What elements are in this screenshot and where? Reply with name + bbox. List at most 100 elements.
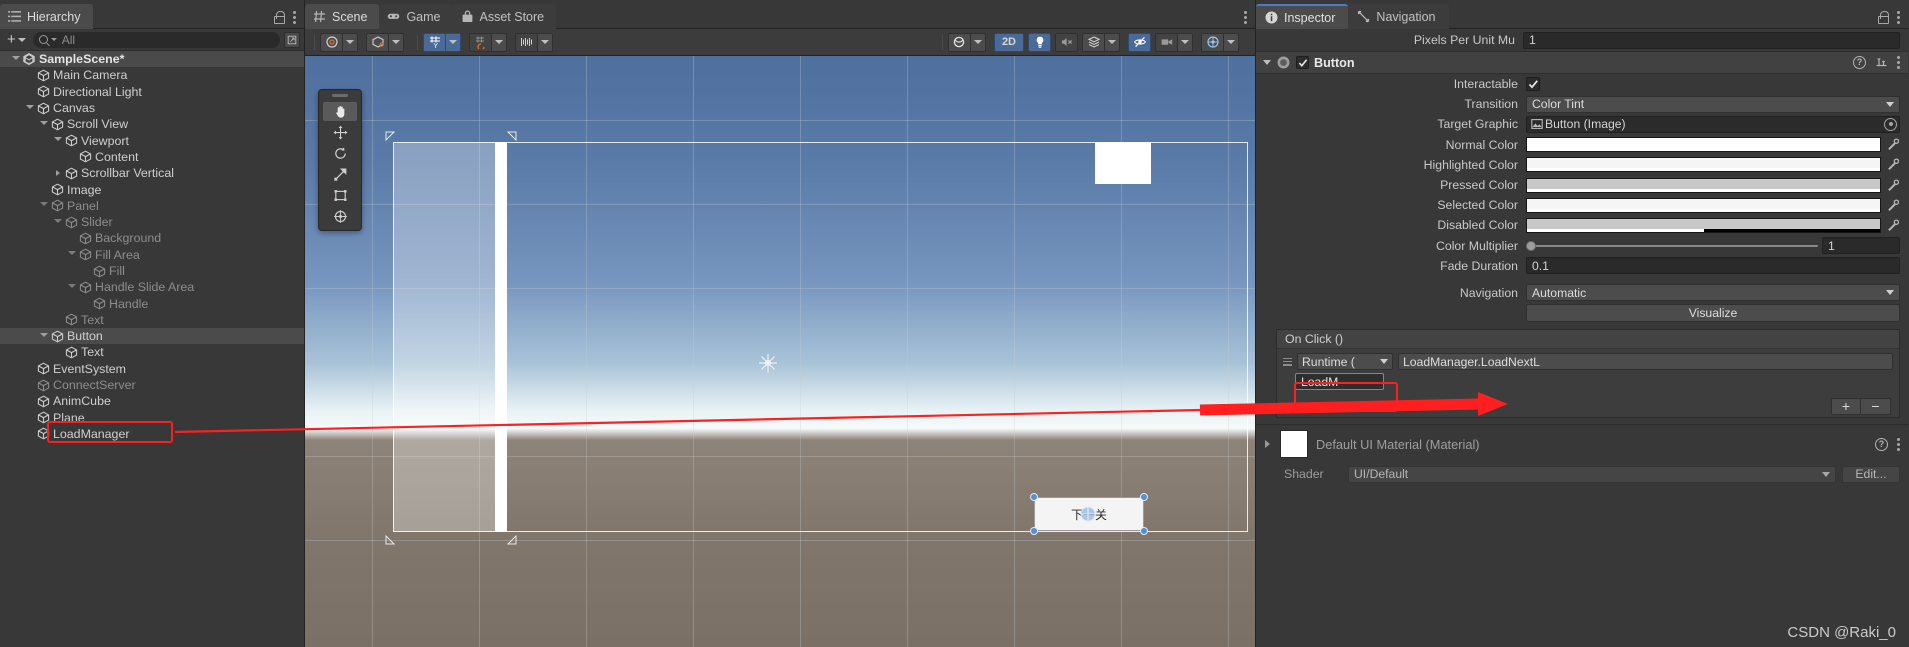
chevron-right-icon[interactable] [52, 170, 64, 177]
chevron-down-icon[interactable] [52, 137, 64, 144]
search-type-button[interactable] [284, 31, 300, 48]
scale-icon[interactable] [323, 165, 357, 184]
chevron-right-icon[interactable] [1262, 440, 1272, 449]
on-click-object-field[interactable]: LoadM [1295, 373, 1384, 398]
lighting-caret-icon[interactable] [970, 32, 986, 52]
gizmo-icon[interactable] [1201, 32, 1224, 52]
hierarchy-item-panel[interactable]: Panel [0, 198, 304, 214]
render-mode-caret-icon[interactable] [389, 32, 404, 52]
hierarchy-item-text[interactable]: Text [0, 344, 304, 360]
help-icon[interactable]: ? [1875, 437, 1888, 451]
gizmos-caret-icon[interactable] [1224, 32, 1239, 52]
help-icon[interactable]: ? [1853, 56, 1866, 69]
hierarchy-item-slider[interactable]: Slider [0, 214, 304, 230]
hierarchy-item-image[interactable]: Image [0, 181, 304, 197]
selection-handle[interactable] [1030, 493, 1038, 501]
tab-game[interactable]: Game [379, 4, 453, 29]
move-icon[interactable] [323, 123, 357, 142]
mute-audio-icon[interactable] [1055, 32, 1078, 52]
navigation-dropdown[interactable]: Automatic [1526, 284, 1900, 302]
hierarchy-item-button[interactable]: Button [0, 328, 304, 345]
scene-viewport[interactable]: 下一关 [305, 56, 1255, 647]
selection-handle[interactable] [1140, 493, 1148, 501]
hierarchy-item-main-camera[interactable]: Main Camera [0, 67, 304, 83]
slider-knob[interactable] [1526, 240, 1536, 251]
shaded-icon[interactable] [320, 32, 343, 52]
hierarchy-item-eventsystem[interactable]: EventSystem [0, 361, 304, 377]
draw-mode-group[interactable] [320, 32, 362, 52]
fx-group[interactable] [1082, 32, 1124, 52]
sphere-icon[interactable] [947, 32, 971, 52]
color-multiplier-slider[interactable] [1526, 240, 1818, 251]
hierarchy-item-scroll-view[interactable]: Scroll View [0, 116, 304, 132]
disabled-color-swatch[interactable] [1526, 217, 1881, 233]
transition-dropdown[interactable]: Color Tint [1526, 95, 1900, 113]
hierarchy-scene-row[interactable]: SampleScene* [0, 51, 304, 68]
hierarchy-item-loadmanager[interactable]: LoadManager [0, 426, 304, 442]
highlighted-color-swatch[interactable] [1526, 157, 1881, 173]
hierarchy-item-fill[interactable]: Fill [0, 263, 304, 279]
grid-snap-caret-icon[interactable] [446, 32, 461, 52]
snap-icon[interactable] [469, 32, 492, 52]
on-click-timing-dropdown[interactable]: Runtime ( [1297, 353, 1393, 371]
tab-scene[interactable]: Scene [305, 4, 380, 29]
chevron-down-icon[interactable] [24, 104, 36, 112]
hierarchy-tree[interactable]: SampleScene* Main Camera Directional Light… [0, 51, 304, 647]
selection-handle[interactable] [1140, 527, 1148, 535]
render-mode-group[interactable] [366, 32, 408, 52]
hierarchy-item-handle-slide-area[interactable]: Handle Slide Area [0, 279, 304, 295]
search-input[interactable] [61, 32, 274, 47]
button-component-header[interactable]: Button ? [1256, 51, 1908, 74]
hierarchy-item-directional-light[interactable]: Directional Light [0, 84, 304, 100]
cube-icon[interactable] [366, 32, 389, 52]
tab-asset-store[interactable]: Asset Store [452, 4, 557, 29]
tab-inspector[interactable]: Inspector [1256, 4, 1349, 29]
remove-event-button[interactable]: − [1861, 397, 1891, 415]
material-menu-icon[interactable] [1897, 437, 1900, 451]
draw-mode-caret-icon[interactable] [343, 32, 358, 52]
fx-icon[interactable] [1082, 32, 1105, 52]
hierarchy-item-content[interactable]: Content [0, 149, 304, 165]
snap-increment-caret-icon[interactable] [492, 32, 507, 52]
chevron-down-icon[interactable] [38, 120, 50, 128]
chevron-down-icon[interactable] [52, 218, 64, 226]
lighting-group[interactable] [947, 32, 990, 52]
hierarchy-item-text[interactable]: Text [0, 312, 304, 328]
inspector-menu-icon[interactable] [1897, 11, 1900, 24]
hierarchy-item-handle[interactable]: Handle [0, 295, 304, 311]
hierarchy-item-plane[interactable]: Plane [0, 410, 304, 426]
chevron-down-icon[interactable] [10, 55, 22, 63]
eyedropper-icon[interactable] [1885, 178, 1900, 193]
selection-handle[interactable] [1030, 527, 1038, 535]
hierarchy-search-field[interactable] [32, 31, 280, 48]
snap-increment-group[interactable] [469, 32, 511, 52]
hand-icon[interactable] [323, 102, 357, 121]
tab-hierarchy[interactable]: Hierarchy [0, 4, 93, 29]
interactable-checkbox[interactable] [1526, 77, 1540, 92]
eyedropper-icon[interactable] [1885, 198, 1900, 213]
component-menu-icon[interactable] [1897, 56, 1900, 69]
camera-caret-icon[interactable] [1178, 32, 1193, 52]
gizmos-group[interactable] [1201, 32, 1243, 52]
chevron-down-icon[interactable] [66, 283, 78, 291]
ruler-icon[interactable] [515, 32, 538, 52]
hierarchy-item-canvas[interactable]: Canvas [0, 100, 304, 116]
object-picker-icon[interactable] [1884, 117, 1897, 131]
color-multiplier-value-field[interactable]: 1 [1822, 237, 1900, 255]
chevron-down-icon[interactable] [1263, 60, 1271, 65]
bulb-icon[interactable] [1028, 32, 1051, 52]
hierarchy-item-animcube[interactable]: AnimCube [0, 393, 304, 409]
hierarchy-item-connectserver[interactable]: ConnectServer [0, 377, 304, 393]
fade-duration-field[interactable]: 0.1 [1526, 257, 1900, 275]
rotate-icon[interactable] [323, 144, 357, 163]
eyedropper-icon[interactable] [1885, 218, 1900, 233]
camera-icon[interactable] [1155, 32, 1178, 52]
chevron-down-icon[interactable] [66, 251, 78, 258]
2d-toggle-button[interactable]: 2D [993, 32, 1024, 52]
grid-size-caret-icon[interactable] [538, 32, 553, 52]
grid-y-icon[interactable]: Y [423, 32, 446, 52]
normal-color-swatch[interactable] [1526, 137, 1881, 153]
eye-off-icon[interactable] [1128, 32, 1151, 52]
scene-tool-palette[interactable] [318, 89, 362, 231]
rect-icon[interactable] [323, 186, 357, 205]
